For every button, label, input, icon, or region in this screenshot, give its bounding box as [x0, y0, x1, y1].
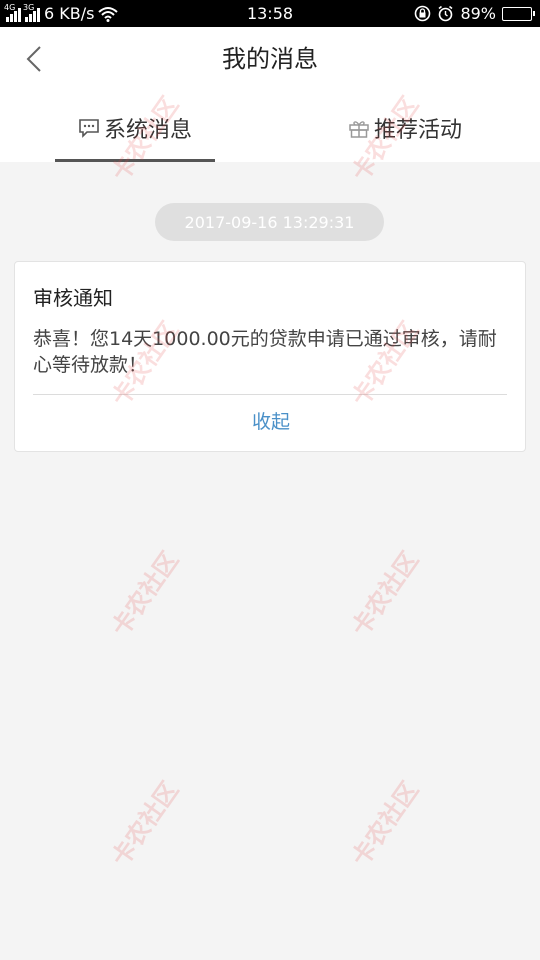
alarm-icon — [438, 5, 453, 22]
tab-system-messages[interactable]: 系统消息 — [0, 104, 270, 162]
message-title: 审核通知 — [33, 286, 113, 310]
watermark: 卡农社区 — [106, 546, 185, 642]
collapse-button[interactable]: 收起 — [15, 407, 527, 434]
status-right: 89% — [414, 4, 535, 23]
watermark: 卡农社区 — [106, 776, 185, 872]
message-body: 恭喜！您14天1000.00元的贷款申请已通过审核，请耐心等待放款！ — [33, 328, 497, 376]
message-card: 审核通知 恭喜！您14天1000.00元的贷款申请已通过审核，请耐心等待放款！ … — [14, 261, 526, 452]
battery-icon — [502, 6, 535, 21]
tab-label: 推荐活动 — [373, 118, 462, 143]
watermark: 卡农社区 — [346, 546, 425, 642]
gift-icon — [349, 121, 369, 138]
message-timestamp: 2017-09-16 13:29:31 — [155, 203, 384, 241]
chat-bubble-icon — [79, 119, 99, 138]
battery-percent: 89% — [460, 4, 496, 23]
status-bar: 4G 3G 6 KB/s 13:58 89% — [0, 0, 540, 27]
tab-bar: 系统消息 推荐活动 — [0, 104, 540, 162]
divider — [33, 394, 507, 395]
rotation-lock-icon — [415, 5, 431, 22]
tab-recommended-activities[interactable]: 推荐活动 — [270, 104, 540, 152]
watermark: 卡农社区 — [346, 776, 425, 872]
tab-label: 系统消息 — [103, 118, 192, 143]
page-title: 我的消息 — [222, 45, 318, 73]
header: 我的消息 系统消息 推荐活动 — [0, 27, 540, 162]
